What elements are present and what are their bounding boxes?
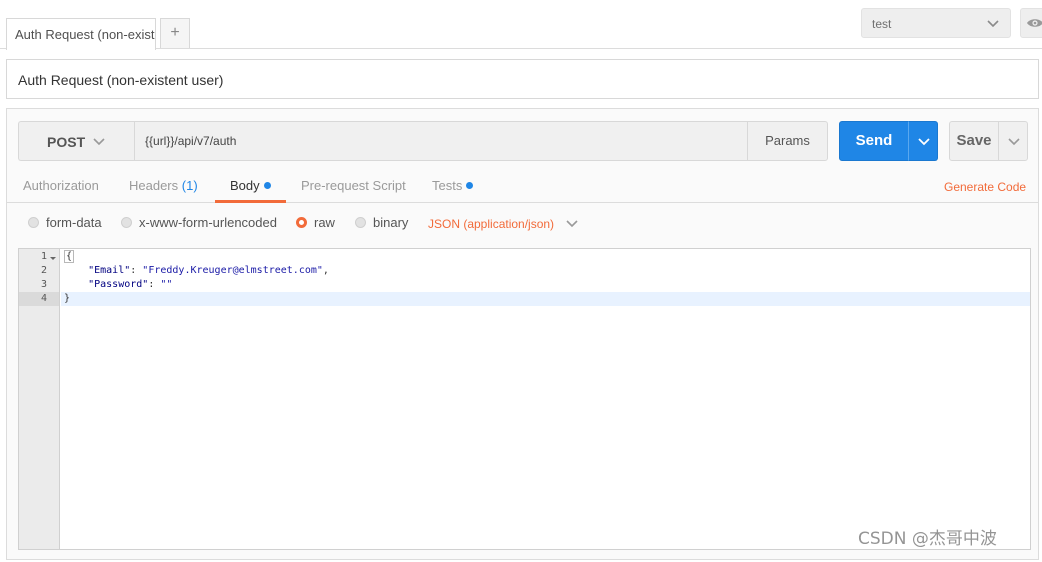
- tab-body[interactable]: Body: [215, 178, 286, 203]
- body-mode-options: form-data x-www-form-urlencoded raw bina…: [7, 212, 1038, 238]
- method-select-value: POST: [47, 134, 86, 150]
- code-line: "Password": "": [61, 278, 1030, 292]
- request-name-text: Auth Request (non-existent user): [18, 72, 224, 88]
- chevron-down-icon: [918, 138, 930, 146]
- line-number: 3: [40, 279, 47, 290]
- body-indicator-dot: [263, 182, 271, 189]
- request-panel: POST Params Send Save Authorization Head…: [6, 108, 1039, 560]
- new-tab-button[interactable]: +: [160, 18, 190, 48]
- line-number-current: 4: [19, 292, 59, 306]
- content-type-value: JSON (application/json): [428, 217, 555, 231]
- params-button[interactable]: Params: [747, 121, 828, 161]
- tests-indicator-dot: [466, 182, 474, 189]
- body-mode-raw[interactable]: raw: [296, 215, 335, 230]
- line-number-gutter: 1 2 3 4: [19, 249, 60, 549]
- tab-headers[interactable]: Headers (1): [129, 178, 198, 203]
- tab-tests[interactable]: Tests: [432, 178, 474, 203]
- json-key-email: "Email": [88, 265, 131, 276]
- generate-code-link[interactable]: Generate Code: [944, 180, 1026, 194]
- radio-form-data[interactable]: [28, 217, 39, 228]
- request-name[interactable]: Auth Request (non-existent user): [6, 59, 1039, 99]
- send-button[interactable]: Send: [839, 121, 909, 161]
- tab-authorization[interactable]: Authorization: [23, 178, 99, 203]
- radio-binary[interactable]: [355, 217, 366, 228]
- watermark: CSDN @杰哥中波: [858, 529, 997, 549]
- code-line: {: [61, 250, 1030, 264]
- body-mode-urlencoded[interactable]: x-www-form-urlencoded: [121, 215, 277, 230]
- url-input[interactable]: [134, 121, 748, 161]
- tab-headers-label: Headers: [129, 178, 179, 193]
- tab-authorization-label: Authorization: [23, 178, 99, 193]
- json-separator: :: [148, 279, 161, 290]
- json-key-password: "Password": [88, 279, 149, 290]
- save-button[interactable]: Save: [949, 121, 999, 161]
- body-mode-raw-label: raw: [314, 215, 335, 230]
- save-dropdown-button[interactable]: [998, 121, 1028, 161]
- json-value-email: "Freddy.Kreuger@elmstreet.com": [142, 265, 323, 276]
- tab-pre-request-script-label: Pre-request Script: [301, 178, 406, 193]
- request-tab[interactable]: Auth Request (non-existe: [6, 18, 156, 50]
- line-number: 2: [40, 265, 47, 276]
- radio-urlencoded[interactable]: [121, 217, 132, 228]
- json-value-password: "": [160, 279, 173, 290]
- tab-bar: Auth Request (non-existe + test: [0, 0, 1042, 50]
- request-tab-label: Auth Request (non-existe: [15, 27, 156, 42]
- fold-arrow-icon[interactable]: [50, 257, 56, 260]
- json-comma: ,: [322, 265, 329, 276]
- chevron-down-icon: [987, 20, 999, 28]
- environment-select[interactable]: test: [861, 8, 1011, 38]
- code-line-current: }: [61, 292, 1030, 306]
- body-mode-binary[interactable]: binary: [355, 215, 408, 230]
- code-brace-close: }: [64, 293, 71, 304]
- body-mode-urlencoded-label: x-www-form-urlencoded: [139, 215, 277, 230]
- chevron-down-icon: [93, 138, 105, 146]
- environment-select-value: test: [872, 17, 892, 31]
- body-editor[interactable]: 1 2 3 4 { "Email": "Freddy.Kreuger@elmst…: [18, 248, 1031, 550]
- code-brace-open: {: [64, 250, 75, 263]
- tab-body-label: Body: [230, 178, 260, 193]
- radio-raw[interactable]: [296, 217, 307, 228]
- body-mode-form-data[interactable]: form-data: [28, 215, 102, 230]
- request-subtabs: Authorization Headers (1) Body Pre-reque…: [7, 169, 1038, 203]
- chevron-down-icon: [566, 220, 578, 228]
- body-mode-form-data-label: form-data: [46, 215, 102, 230]
- method-select[interactable]: POST: [18, 121, 135, 161]
- body-mode-binary-label: binary: [373, 215, 409, 230]
- headers-count-badge: (1): [181, 178, 198, 193]
- code-line: "Email": "Freddy.Kreuger@elmstreet.com",: [61, 264, 1030, 278]
- environment-quick-look-button[interactable]: [1020, 8, 1042, 38]
- eye-icon: [1027, 19, 1042, 27]
- tab-tests-label: Tests: [432, 178, 463, 193]
- json-separator: :: [130, 265, 143, 276]
- send-dropdown-button[interactable]: [908, 121, 938, 161]
- content-type-select[interactable]: JSON (application/json): [428, 217, 579, 231]
- tab-pre-request-script[interactable]: Pre-request Script: [301, 178, 406, 203]
- chevron-down-icon: [1008, 138, 1020, 146]
